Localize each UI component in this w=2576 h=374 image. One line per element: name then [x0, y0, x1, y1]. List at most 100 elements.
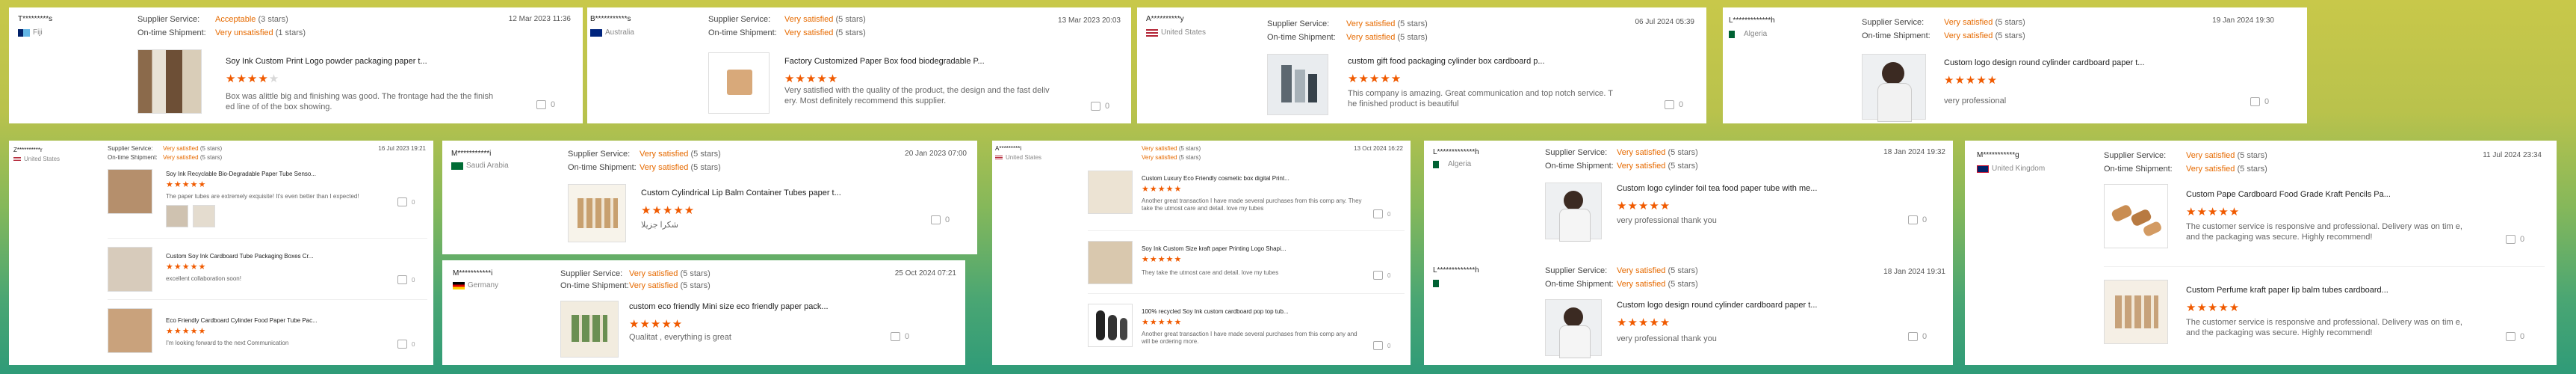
algeria-flag-icon: [1433, 160, 1445, 168]
reviewer-name: M***********i: [453, 269, 493, 278]
review-photo[interactable]: [166, 205, 188, 227]
review-text: Qualitat , everything is great: [629, 333, 731, 342]
rating-stars: ★★★★★: [784, 73, 839, 85]
reviewer-country: Germany: [453, 281, 498, 289]
review-text: They take the utmost care and detail. lo…: [1142, 269, 1279, 276]
australia-flag-icon: [590, 28, 602, 37]
reviewer-country: Algeria: [1433, 160, 1471, 168]
thumbs-up-icon: [2506, 235, 2515, 244]
reviewer-name: M***********g: [1977, 151, 2019, 159]
like-button[interactable]: 0: [1091, 102, 1109, 111]
rating-stars: ★★★★★: [166, 180, 207, 189]
product-title-link[interactable]: Eco Friendly Cardboard Cylinder Food Pap…: [166, 317, 360, 324]
rating-stars: ★★★★★: [2186, 301, 2241, 314]
product-thumbnail[interactable]: [1862, 54, 1926, 122]
thumbs-up-icon: [397, 340, 407, 349]
supplier-service-label: Supplier Service:: [137, 15, 200, 24]
ontime-shipment-label: On-time Shipment:: [2104, 165, 2173, 174]
product-thumbnail[interactable]: [1088, 304, 1133, 347]
review-card-multi: M***********g United Kingdom Supplier Se…: [1965, 141, 2557, 365]
like-button[interactable]: 0: [1373, 209, 1390, 218]
product-title-link[interactable]: Custom logo design round cylinder cardbo…: [1617, 301, 1886, 310]
product-title-link[interactable]: Custom Luxury Eco Friendly cosmetic box …: [1142, 175, 1336, 182]
like-button[interactable]: 0: [1908, 215, 1927, 224]
product-title-link[interactable]: Custom Cylindrical Lip Balm Container Tu…: [641, 188, 925, 197]
product-thumbnail[interactable]: [1088, 171, 1133, 214]
rating-stars: ★★★★★: [1142, 255, 1183, 264]
shipment-rating: Very satisfied (5 stars): [1142, 154, 1201, 161]
reviewer-name: A**********y: [1146, 15, 1184, 23]
like-button[interactable]: 0: [2506, 235, 2524, 244]
product-thumbnail[interactable]: [1545, 299, 1602, 358]
review-text: excellent collaboration soon!: [166, 275, 241, 282]
like-button[interactable]: 0: [1665, 100, 1683, 109]
review-text: The customer service is responsive and p…: [2186, 318, 2462, 337]
product-thumbnail[interactable]: [1267, 54, 1328, 115]
review-text: very professional: [1944, 96, 2007, 105]
tube-image: [2110, 203, 2134, 223]
product-title-link[interactable]: Soy Ink Recyclable Bio-Degradable Paper …: [166, 171, 360, 177]
product-thumbnail[interactable]: [568, 184, 626, 242]
like-button[interactable]: 0: [397, 340, 415, 349]
product-thumbnail[interactable]: [2104, 184, 2168, 248]
product-thumbnail[interactable]: [1088, 241, 1133, 284]
supplier-service-label: Supplier Service:: [1545, 148, 1608, 157]
product-title-link[interactable]: custom gift food packaging cylinder box …: [1348, 57, 1647, 66]
thumbs-up-icon: [1373, 209, 1383, 218]
review-text: very professional thank you: [1617, 216, 1717, 225]
supplier-rating: Very satisfied (5 stars): [784, 15, 866, 24]
reviewer-name: L*************h: [1433, 266, 1479, 275]
product-title-link[interactable]: Custom logo cylinder foil tea food paper…: [1617, 184, 1886, 193]
review-date: 13 Mar 2023 20:03: [1058, 16, 1121, 25]
thumbs-up-icon: [397, 197, 407, 206]
like-button[interactable]: 0: [891, 332, 909, 341]
reviewer-country: United States: [13, 156, 60, 162]
product-title-link[interactable]: Custom Pape Cardboard Food Grade Kraft P…: [2186, 190, 2485, 199]
algeria-flag-icon: [1729, 30, 1741, 38]
thumbs-up-icon: [1373, 271, 1383, 280]
like-button[interactable]: 0: [1908, 332, 1927, 341]
product-title-link[interactable]: Soy Ink Custom Size kraft paper Printing…: [1142, 245, 1336, 252]
product-thumbnail[interactable]: [108, 247, 152, 292]
product-thumbnail[interactable]: [137, 49, 202, 114]
product-title-link[interactable]: Custom Soy Ink Cardboard Tube Packaging …: [166, 253, 360, 260]
like-button[interactable]: 0: [397, 275, 415, 284]
shipment-rating: Very satisfied (5 stars): [784, 28, 866, 37]
like-button[interactable]: 0: [931, 215, 950, 224]
divider: [1088, 293, 1405, 294]
product-title-link[interactable]: Factory Customized Paper Box food biodeg…: [784, 57, 1098, 66]
product-thumbnail[interactable]: [108, 169, 152, 214]
shipment-rating: Very satisfied (5 stars): [1944, 31, 2025, 40]
review-text: This company is amazing. Great communica…: [1348, 89, 1613, 108]
review-text: I'm looking forward to the next Communic…: [166, 340, 289, 346]
product-thumbnail[interactable]: [1545, 183, 1602, 242]
like-button[interactable]: 0: [1373, 341, 1390, 350]
shipment-rating: Very satisfied (5 stars): [1346, 33, 1428, 42]
usa-flag-icon: [1146, 28, 1158, 37]
divider: [2104, 266, 2545, 267]
review-photo[interactable]: [193, 205, 215, 227]
ontime-shipment-label: On-time Shipment:: [1545, 280, 1614, 289]
product-title-link[interactable]: Soy Ink Custom Print Logo powder packagi…: [226, 57, 510, 66]
product-thumbnail[interactable]: [708, 52, 770, 114]
like-button[interactable]: 0: [1373, 271, 1390, 280]
like-button[interactable]: 0: [2250, 97, 2269, 106]
product-thumbnail[interactable]: [2104, 280, 2168, 344]
product-thumbnail[interactable]: [560, 301, 619, 358]
shipment-rating: Very satisfied (5 stars): [640, 163, 721, 172]
product-title-link[interactable]: custom eco friendly Mini size eco friend…: [629, 302, 898, 311]
like-button[interactable]: 0: [2506, 332, 2524, 341]
reviewer-country: Australia: [590, 28, 634, 37]
like-button[interactable]: 0: [397, 197, 415, 206]
supplier-service-label: Supplier Service:: [1545, 266, 1608, 275]
product-title-link[interactable]: Custom logo design round cylinder cardbo…: [1944, 58, 2243, 67]
product-title-link[interactable]: Custom Perfume kraft paper lip balm tube…: [2186, 286, 2485, 295]
reviewer-country: [1433, 280, 1445, 287]
rating-stars: ★★★★★: [166, 327, 207, 336]
review-text: Another great transaction I have made se…: [1142, 331, 1357, 345]
like-button[interactable]: 0: [536, 100, 555, 109]
shipment-rating: Very satisfied (5 stars): [629, 281, 710, 290]
product-thumbnail[interactable]: [108, 308, 152, 353]
shipment-rating: Very satisfied (5 stars): [2186, 165, 2267, 174]
product-title-link[interactable]: 100% recycled Soy Ink custom cardboard p…: [1142, 308, 1336, 315]
